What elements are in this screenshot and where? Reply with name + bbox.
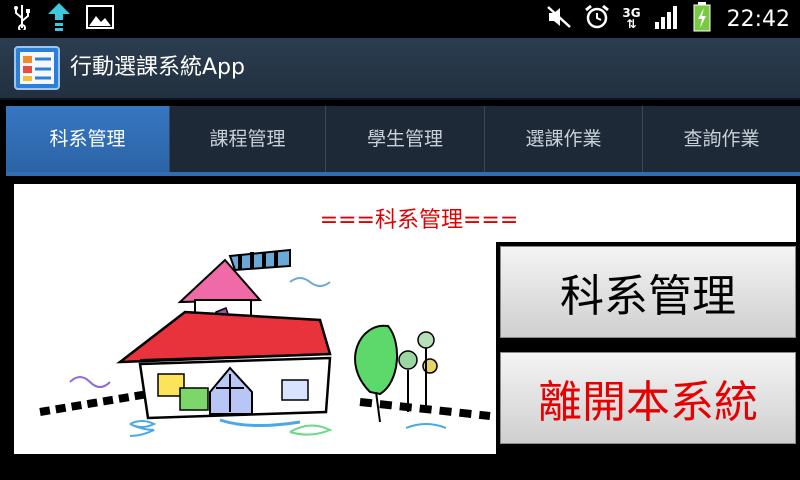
tab-department-management[interactable]: 科系管理	[6, 106, 170, 172]
exit-system-button[interactable]: 離開本系統	[500, 352, 796, 444]
app-icon[interactable]	[14, 46, 60, 90]
tab-bar: 科系管理 課程管理 學生管理 選課作業 查詢作業	[6, 106, 800, 172]
upload-icon	[46, 2, 72, 36]
clock: 22:42	[726, 6, 790, 32]
alarm-icon	[584, 4, 610, 34]
usb-icon	[12, 4, 32, 34]
mute-icon	[546, 5, 572, 33]
school-house-illustration	[30, 242, 500, 454]
main-content: ===科系管理=== 科系管理 離開本系統	[14, 184, 796, 454]
tab-course-management[interactable]: 課程管理	[170, 106, 326, 172]
department-management-button[interactable]: 科系管理	[500, 246, 796, 338]
system-icons: 3G ⇅ 22:42	[546, 0, 790, 38]
status-bar: 3G ⇅ 22:42	[0, 0, 800, 38]
tab-student-management[interactable]: 學生管理	[326, 106, 485, 172]
signal-icon	[653, 4, 681, 34]
app-title: 行動選課系統App	[70, 55, 245, 80]
network-3g-icon: 3G ⇅	[622, 6, 641, 31]
tab-query[interactable]: 查詢作業	[643, 106, 800, 172]
action-bar: 行動選課系統App	[0, 38, 800, 100]
image-icon	[86, 5, 114, 33]
notification-icons	[12, 0, 114, 38]
tab-course-selection[interactable]: 選課作業	[485, 106, 643, 172]
section-heading: ===科系管理===	[319, 208, 519, 233]
network-type: 3G	[622, 6, 641, 20]
battery-charging-icon	[693, 2, 711, 36]
tab-indicator	[6, 172, 800, 176]
